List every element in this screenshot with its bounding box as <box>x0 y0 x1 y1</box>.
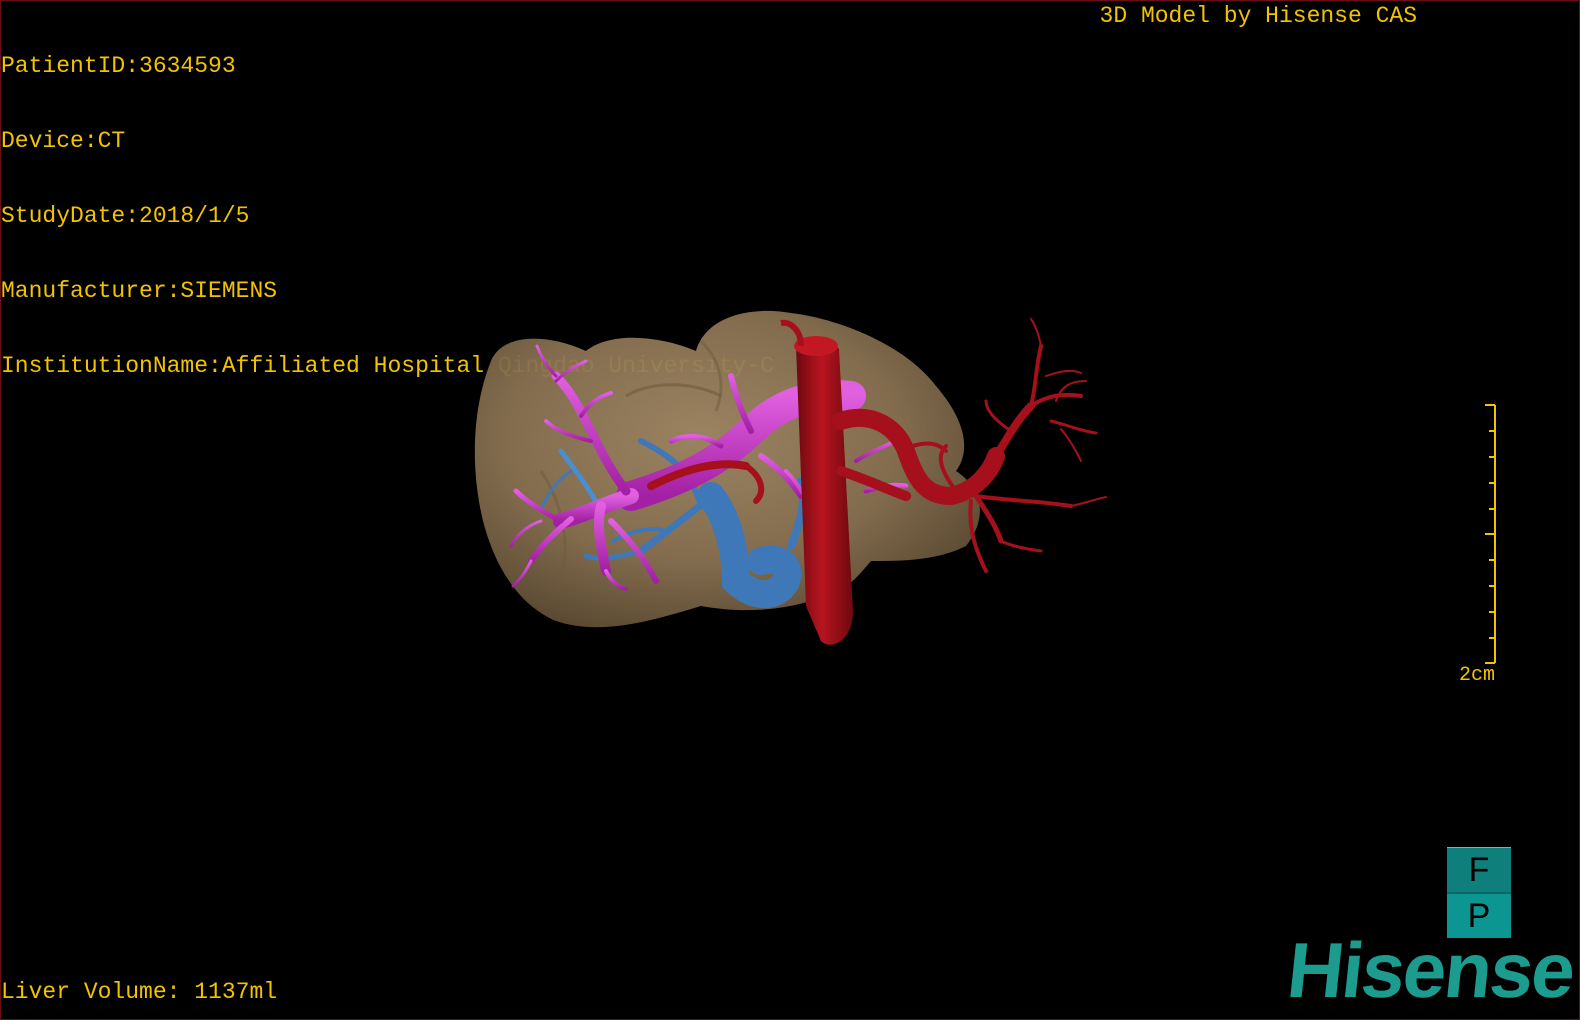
liver-3d-model[interactable] <box>1 1 1580 1020</box>
orientation-cube[interactable]: F P <box>1447 847 1511 938</box>
scale-bar <box>1485 404 1496 664</box>
hisense-logo: Hisense <box>1283 926 1578 1014</box>
orientation-front-face[interactable]: F <box>1447 848 1511 894</box>
3d-viewport[interactable]: PatientID:3634593 Device:CT StudyDate:20… <box>0 0 1580 1020</box>
liver-volume-label: Liver Volume: 1137ml <box>1 979 278 1005</box>
scale-bar-label: 2cm <box>1458 664 1495 687</box>
